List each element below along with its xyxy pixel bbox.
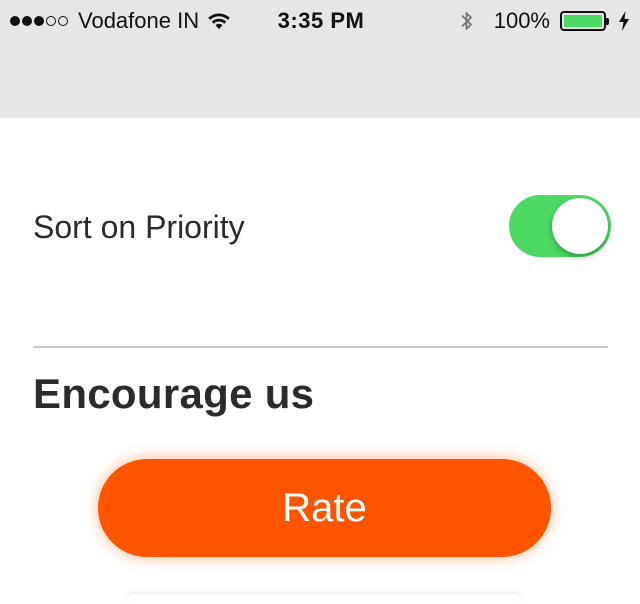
sort-priority-label: Sort on Priority [33,209,245,245]
sort-priority-row: Sort on Priority [33,195,613,259]
status-right: 100% [460,6,630,36]
next-card-edge [128,594,520,604]
bluetooth-icon [461,12,472,30]
section-divider [33,346,608,348]
toggle-knob [552,198,608,254]
battery-icon [560,11,609,31]
battery-level-fill [564,15,602,27]
charging-bolt-icon [619,11,629,31]
battery-percent: 100% [493,8,550,33]
encourage-title: Encourage us [33,370,315,417]
status-bar-row: Vodafone IN 3:35 PM 100% [0,6,640,36]
rate-button[interactable]: Rate [98,459,551,557]
sort-priority-toggle[interactable] [509,195,611,257]
status-bar: Vodafone IN 3:35 PM 100% [0,0,640,118]
